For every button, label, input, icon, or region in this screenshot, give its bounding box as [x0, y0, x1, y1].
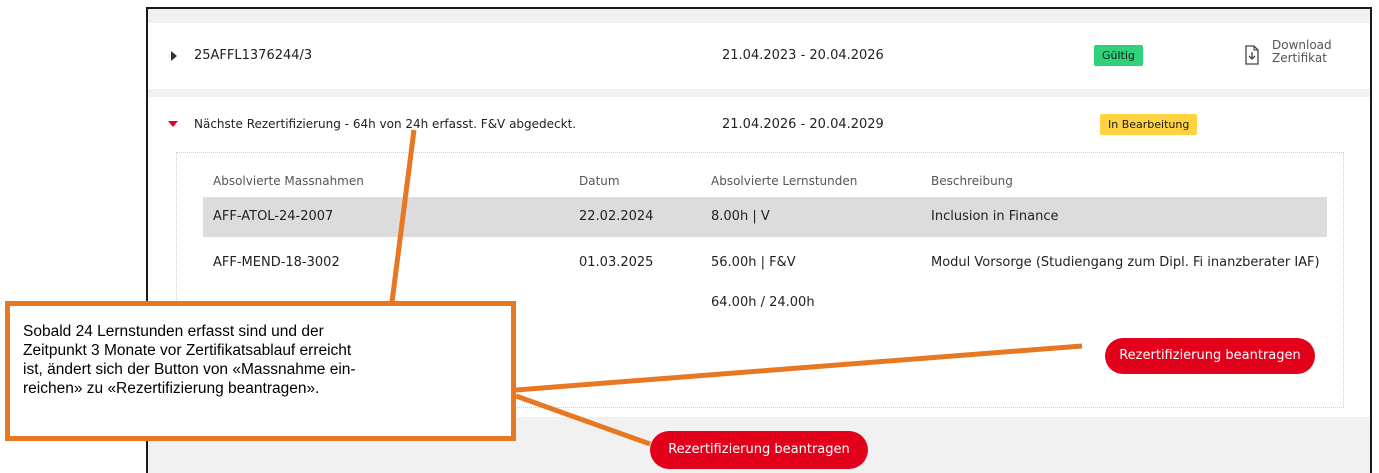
table-row[interactable]: AFF-ATOL-24-2007 22.02.2024 8.00h | V In… — [203, 197, 1327, 237]
column-header-description: Beschreibung — [931, 174, 1013, 188]
request-recertification-button[interactable]: Rezertifizierung beantragen — [1105, 338, 1315, 374]
download-certificate-link[interactable]: Download Zertifikat — [1244, 39, 1354, 75]
column-header-measures: Absolvierte Massnahmen — [213, 174, 364, 188]
download-label-line2[interactable]: Zertifikat — [1272, 52, 1327, 65]
column-header-date: Datum — [579, 174, 620, 188]
cell-description: Modul Vorsorge (Studiengang zum Dipl. Fi… — [931, 255, 1320, 270]
certificate-period: 21.04.2023 - 20.04.2026 — [722, 48, 884, 63]
certificate-number: 25AFFL1376244/3 — [194, 48, 313, 63]
download-icon[interactable] — [1244, 45, 1260, 65]
table-row[interactable]: AFF-MEND-18-3002 01.03.2025 56.00h | F&V… — [203, 247, 1327, 281]
hours-total: 64.00h / 24.00h — [711, 295, 815, 310]
cell-date: 01.03.2025 — [579, 255, 654, 270]
cell-hours: 8.00h | V — [711, 209, 770, 224]
cell-measure: AFF-ATOL-24-2007 — [213, 209, 334, 224]
recertification-title: Nächste Rezertifizierung - 64h von 24h e… — [194, 117, 577, 131]
cell-date: 22.02.2024 — [579, 209, 654, 224]
callout-line: Sobald 24 Lernstunden erfasst sind und d… — [23, 323, 324, 340]
callout-line: reichen» zu «Rezertifizierung beantragen… — [23, 380, 320, 397]
callout-line: ist, ändert sich der Button von «Massnah… — [23, 361, 356, 378]
callout-line: Zeitpunkt 3 Monate vor Zertifikatsablauf… — [23, 342, 352, 359]
status-badge-in-progress: In Bearbeitung — [1100, 114, 1198, 135]
collapse-caret-icon[interactable] — [168, 121, 178, 127]
request-recertification-button-bottom[interactable]: Rezertifizierung beantragen — [650, 431, 868, 469]
cell-measure: AFF-MEND-18-3002 — [213, 255, 340, 270]
certificate-row[interactable]: 25AFFL1376244/3 21.04.2023 - 20.04.2026 … — [148, 23, 1370, 89]
cell-description: Inclusion in Finance — [931, 209, 1059, 224]
expand-caret-icon[interactable] — [171, 51, 177, 61]
cell-hours: 56.00h | F&V — [711, 255, 796, 270]
column-header-hours: Absolvierte Lernstunden — [711, 174, 858, 188]
status-badge-valid: Gültig — [1094, 45, 1143, 66]
annotation-callout: Sobald 24 Lernstunden erfasst sind und d… — [5, 301, 516, 441]
recertification-period: 21.04.2026 - 20.04.2029 — [722, 117, 884, 132]
